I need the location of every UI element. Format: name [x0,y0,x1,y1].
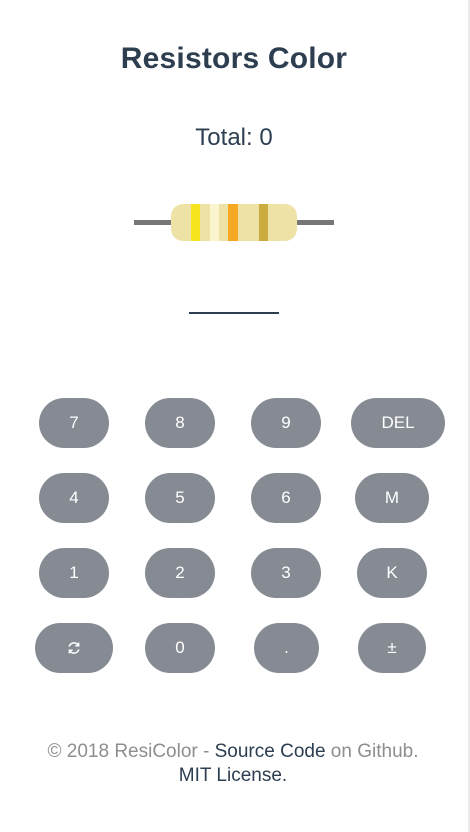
key-1[interactable]: 1 [39,548,109,598]
decimal-button[interactable]: . [254,623,319,673]
refresh-icon [67,641,81,655]
resistor-body [171,204,297,241]
band-1 [191,204,200,241]
kilo-button[interactable]: K [357,548,427,598]
footer: © 2018 ResiColor - Source Code on Github… [0,740,466,788]
resistor-lead-left [134,220,174,225]
github-text: on Github. [325,741,419,762]
key-7[interactable]: 7 [39,398,109,448]
key-5[interactable]: 5 [145,473,215,523]
key-6[interactable]: 6 [251,473,321,523]
band-4 [259,204,268,241]
copyright-text: © 2018 ResiColor - [47,741,215,762]
key-8[interactable]: 8 [145,398,215,448]
resistor-lead-right [294,220,334,225]
plus-minus-button[interactable]: ± [358,623,426,673]
delete-button[interactable]: DEL [351,398,445,448]
key-4[interactable]: 4 [39,473,109,523]
mega-button[interactable]: M [355,473,429,523]
key-3[interactable]: 3 [251,548,321,598]
source-code-link[interactable]: Source Code [215,741,326,762]
reset-button[interactable] [35,623,113,673]
page-title: Resistors Color [120,42,348,75]
value-input-underline [189,312,279,314]
total-value: Total: 0 [195,124,273,151]
key-2[interactable]: 2 [145,548,215,598]
band-2 [210,204,219,241]
key-0[interactable]: 0 [145,623,215,673]
key-9[interactable]: 9 [251,398,321,448]
resistor-graphic [134,202,334,242]
mit-license-link[interactable]: MIT License. [179,765,287,786]
band-3 [228,204,238,241]
